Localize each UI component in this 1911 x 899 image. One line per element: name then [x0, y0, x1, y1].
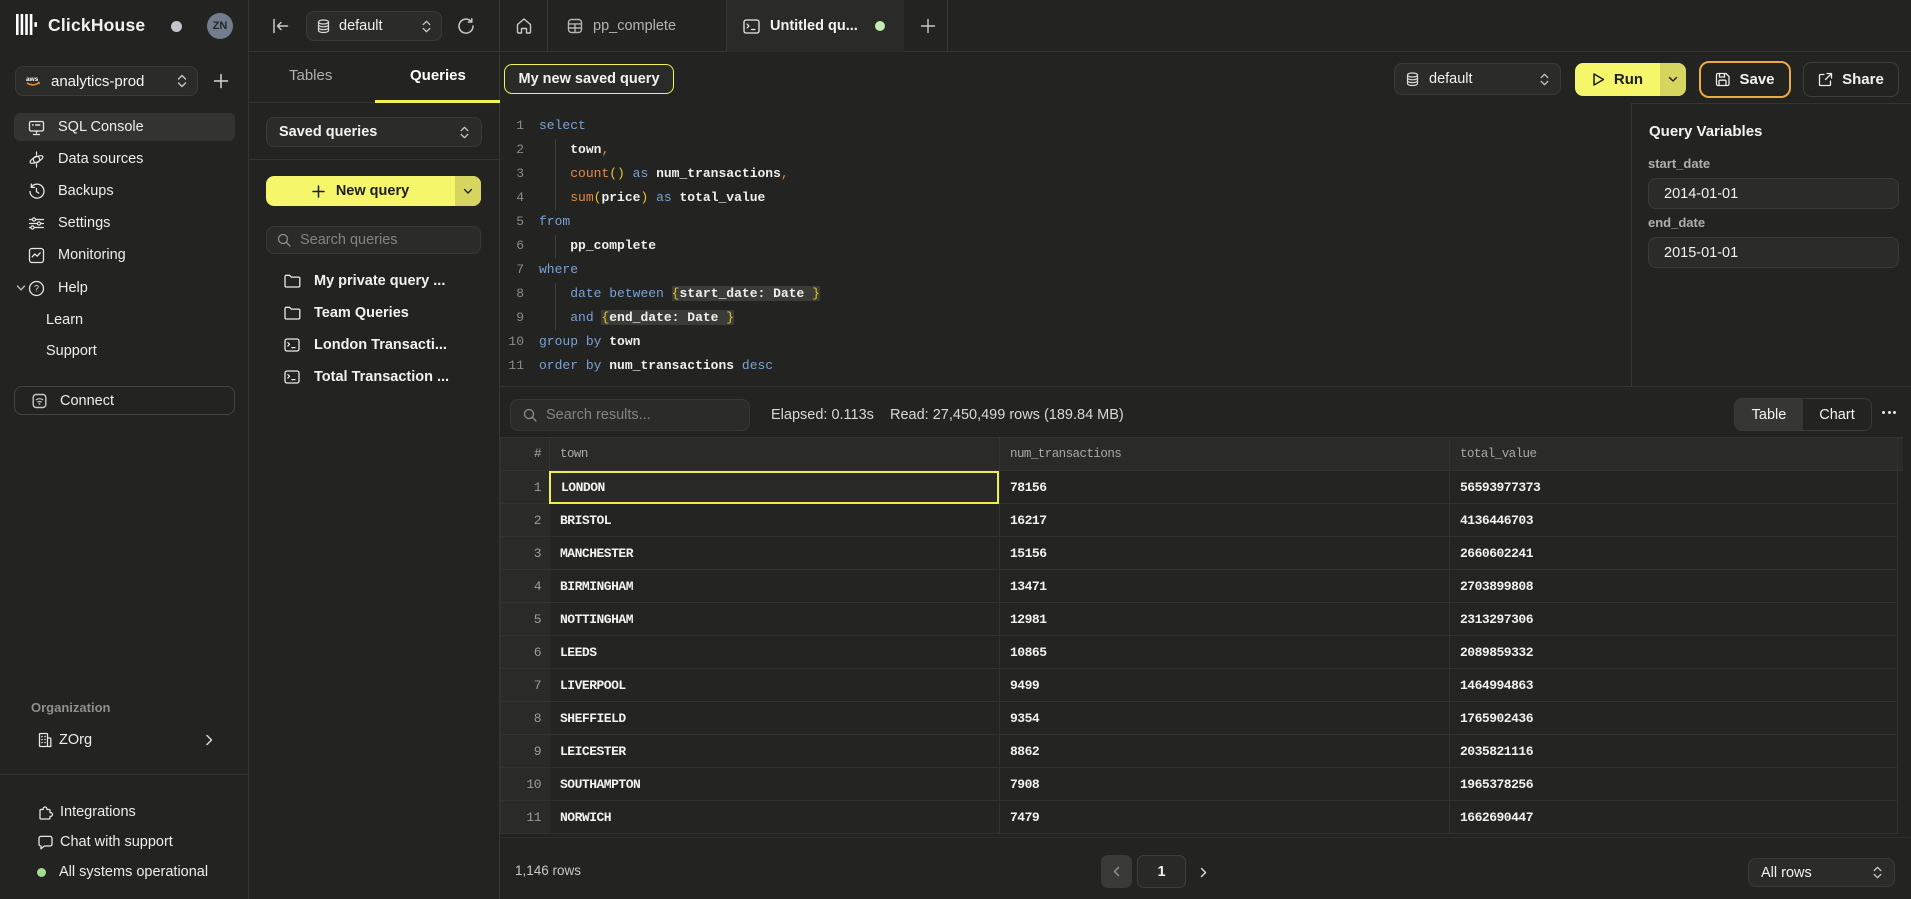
- svg-text:?: ?: [34, 283, 39, 293]
- svg-text:aws: aws: [26, 76, 39, 83]
